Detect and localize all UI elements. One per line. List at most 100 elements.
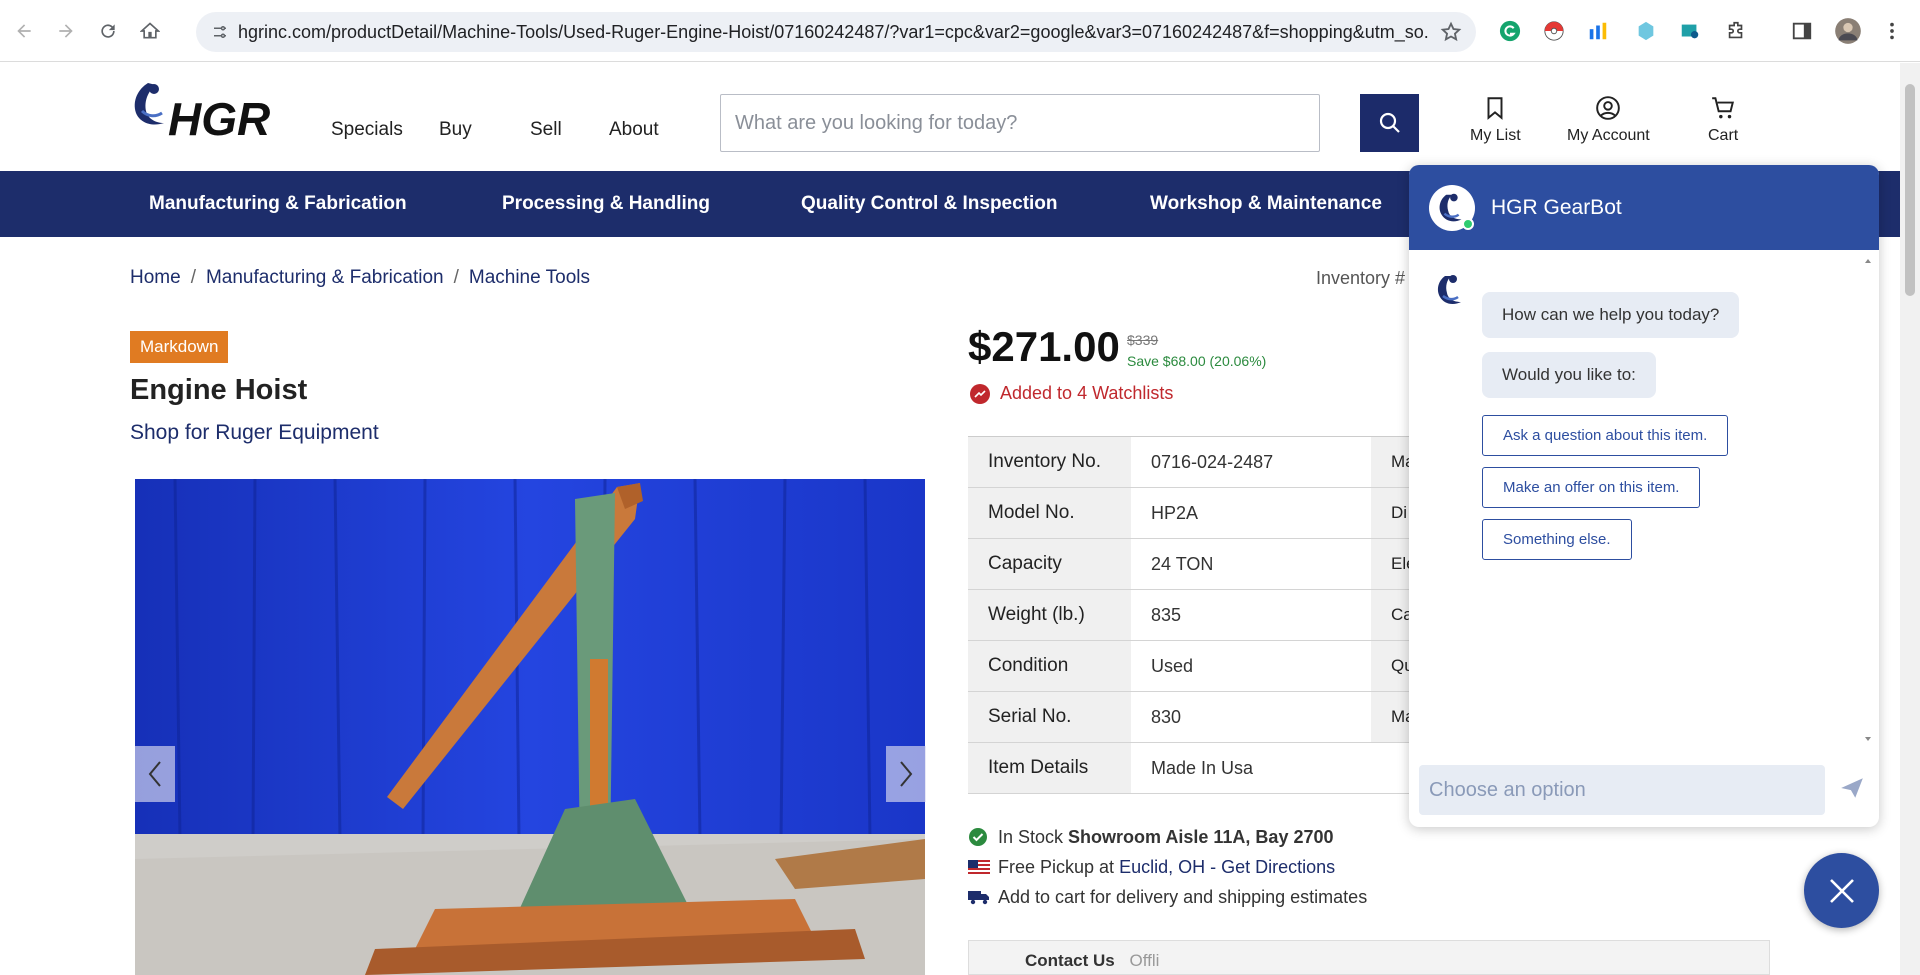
spec-value: HP2A	[1151, 502, 1199, 523]
table-row: Condition Used Qu	[968, 641, 1438, 692]
pokeball-extension-icon[interactable]	[1538, 15, 1570, 47]
chat-option-make-offer[interactable]: Make an offer on this item.	[1482, 467, 1701, 508]
spec-label: Serial No.	[968, 692, 1131, 742]
extensions-puzzle-icon[interactable]	[1720, 15, 1752, 47]
my-list-button[interactable]: My List	[1470, 95, 1521, 145]
shipping-estimate-text: Add to cart for delivery and shipping es…	[998, 886, 1368, 907]
browser-toolbar: hgrinc.com/productDetail/Machine-Tools/U…	[0, 0, 1920, 62]
site-header: HGR Specials Buy Sell About My List My A…	[0, 63, 1900, 171]
site-info-icon[interactable]	[202, 23, 238, 41]
chat-option-something-else[interactable]: Something else.	[1482, 519, 1632, 560]
table-row: Model No. HP2A Di	[968, 488, 1438, 539]
spec-value: 24 TON	[1151, 553, 1214, 574]
category-workshop[interactable]: Workshop & Maintenance	[1150, 193, 1382, 215]
my-account-button[interactable]: My Account	[1567, 95, 1650, 145]
crystal-extension-icon[interactable]	[1630, 15, 1662, 47]
breadcrumb-home[interactable]: Home	[130, 267, 181, 288]
analytics-extension-icon[interactable]	[1582, 15, 1614, 47]
spec-value: Used	[1151, 655, 1194, 676]
inventory-label: Inventory #	[1316, 268, 1406, 288]
watchlist-indicator: Added to 4 Watchlists	[970, 383, 1173, 404]
chat-header: HGR GearBot	[1409, 165, 1879, 250]
nav-sell[interactable]: Sell	[530, 119, 562, 141]
chevron-left-icon	[148, 761, 161, 787]
product-image[interactable]	[135, 479, 925, 975]
side-panel-icon[interactable]	[1786, 15, 1818, 47]
search-box	[720, 94, 1361, 152]
breadcrumb-machine-tools[interactable]: Machine Tools	[469, 267, 590, 288]
gallery-prev-button[interactable]	[135, 746, 175, 802]
browser-menu-icon[interactable]	[1876, 15, 1908, 47]
shop-brand-link[interactable]: Shop for Ruger Equipment	[130, 421, 379, 445]
spec-label: Condition	[968, 641, 1131, 691]
online-status-dot	[1462, 217, 1474, 230]
pickup-line: Free Pickup at Euclid, OH - Get Directio…	[968, 852, 1367, 882]
check-circle-icon	[968, 827, 994, 847]
category-manufacturing[interactable]: Manufacturing & Fabrication	[149, 193, 407, 215]
pickup-separator: -	[1210, 856, 1217, 877]
spec-table: Inventory No. 0716-024-2487 Ma Model No.…	[968, 436, 1438, 794]
spec-value: 835	[1151, 604, 1182, 625]
in-stock-label: In Stock	[998, 826, 1064, 847]
nav-specials[interactable]: Specials	[331, 119, 403, 141]
page-scrollbar-thumb[interactable]	[1905, 84, 1915, 296]
spec-value: 0716-024-2487	[1151, 451, 1274, 472]
close-icon	[1829, 878, 1854, 903]
cart-button[interactable]: Cart	[1708, 95, 1738, 145]
my-list-label: My List	[1470, 127, 1521, 144]
image-extension-icon[interactable]	[1674, 15, 1706, 47]
table-row: Inventory No. 0716-024-2487 Ma	[968, 437, 1438, 488]
chat-input[interactable]	[1419, 765, 1825, 815]
gallery-next-button[interactable]	[886, 746, 926, 802]
chat-widget: HGR GearBot How can we help you today? W…	[1409, 165, 1879, 827]
trending-icon	[970, 383, 990, 404]
original-price: $339	[1127, 332, 1159, 348]
pickup-prefix: Free Pickup at	[998, 856, 1115, 877]
chat-option-ask-question[interactable]: Ask a question about this item.	[1482, 415, 1729, 456]
reload-icon[interactable]	[90, 13, 126, 49]
search-button[interactable]	[1360, 94, 1419, 152]
bookmark-icon	[1487, 97, 1503, 120]
availability-info: In Stock Showroom Aisle 11A, Bay 2700 Fr…	[968, 822, 1367, 912]
table-row: Serial No. 830 Ma	[968, 692, 1438, 743]
spec-value: Made In Usa	[1151, 757, 1254, 778]
shipping-line: Add to cart for delivery and shipping es…	[968, 882, 1367, 912]
breadcrumb-manufacturing[interactable]: Manufacturing & Fabrication	[206, 267, 444, 288]
chevron-right-icon	[900, 761, 913, 787]
spec-label: Weight (lb.)	[968, 590, 1131, 640]
table-row: Weight (lb.) 835 Ca	[968, 590, 1438, 641]
nav-buy[interactable]: Buy	[439, 119, 472, 141]
spec-label: Model No.	[968, 488, 1131, 538]
nav-about[interactable]: About	[609, 119, 659, 141]
chat-close-button[interactable]	[1804, 853, 1879, 928]
category-quality-control[interactable]: Quality Control & Inspection	[801, 193, 1058, 215]
address-bar[interactable]: hgrinc.com/productDetail/Machine-Tools/U…	[196, 12, 1476, 52]
bookmark-star-icon[interactable]	[1440, 21, 1462, 48]
stock-line: In Stock Showroom Aisle 11A, Bay 2700	[968, 822, 1367, 852]
product-price: $271.00	[968, 323, 1120, 370]
my-account-label: My Account	[1567, 127, 1650, 144]
bot-avatar-icon	[1431, 270, 1471, 310]
chat-scrollbar[interactable]	[1863, 255, 1873, 745]
spec-label: Capacity	[968, 539, 1131, 589]
get-directions-link[interactable]: Get Directions	[1221, 857, 1335, 878]
home-icon[interactable]	[132, 13, 168, 49]
contact-us-panel[interactable]: Contact Us Offli	[968, 940, 1770, 975]
breadcrumb: Home / Manufacturing & Fabrication / Machine…	[130, 267, 590, 288]
pickup-city-link[interactable]: Euclid, OH	[1119, 857, 1205, 878]
user-circle-icon	[1596, 96, 1621, 120]
search-input[interactable]	[721, 95, 1361, 151]
back-icon[interactable]	[6, 13, 42, 49]
gearbot-avatar	[1429, 184, 1475, 231]
send-button[interactable]	[1839, 775, 1869, 805]
grammarly-extension-icon[interactable]	[1494, 15, 1526, 47]
chat-message: How can we help you today?	[1482, 292, 1740, 338]
table-row: Capacity 24 TON Ele	[968, 539, 1438, 590]
category-processing[interactable]: Processing & Handling	[502, 193, 710, 215]
hgr-logo[interactable]: HGR	[128, 77, 284, 147]
table-row: Item Details Made In Usa	[968, 743, 1438, 794]
chat-input-area	[1419, 765, 1869, 817]
forward-icon[interactable]	[48, 13, 84, 49]
profile-avatar-icon[interactable]	[1832, 15, 1864, 47]
watchlist-text: Added to 4 Watchlists	[1000, 383, 1174, 403]
